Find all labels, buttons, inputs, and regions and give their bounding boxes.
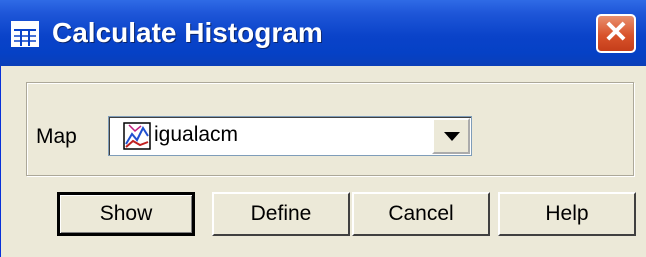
map-select-value: igualacm [154, 123, 239, 146]
window-title: Calculate Histogram [52, 17, 323, 48]
define-button[interactable]: Define [212, 192, 350, 236]
close-icon: ✕ [603, 16, 629, 49]
show-button[interactable]: Show [57, 192, 195, 236]
cancel-button[interactable]: Cancel [352, 192, 490, 236]
map-select[interactable]: igualacm [108, 116, 472, 156]
title-bar[interactable]: Calculate Histogram ✕ [0, 0, 646, 66]
help-button[interactable]: Help [498, 192, 636, 236]
table-icon [11, 21, 39, 47]
dialog-window: Calculate Histogram ✕ Map igualacm Show … [0, 0, 646, 257]
dropdown-arrow-button[interactable] [432, 118, 470, 154]
map-layer-icon [123, 122, 151, 150]
close-button[interactable]: ✕ [596, 14, 636, 53]
map-label: Map [36, 125, 77, 148]
window-border [0, 66, 10, 257]
